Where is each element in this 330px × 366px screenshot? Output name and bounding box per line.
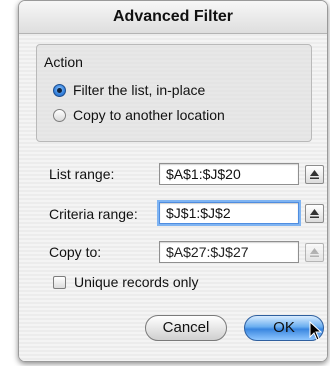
- radio-unselected-icon[interactable]: [53, 108, 66, 122]
- list-range-collapse-button[interactable]: [305, 165, 324, 184]
- copy-to-collapse-button[interactable]: [305, 243, 324, 262]
- radio-copy-to-location[interactable]: Copy to another location: [53, 107, 225, 123]
- advanced-filter-dialog: Advanced Filter Action Filter the list, …: [18, 0, 328, 362]
- unique-records-label: Unique records only: [74, 274, 199, 290]
- criteria-range-label: Criteria range:: [49, 206, 138, 222]
- cancel-button[interactable]: Cancel: [145, 315, 227, 341]
- radio-filter-in-place-label: Filter the list, in-place: [73, 82, 206, 98]
- collapse-dialog-icon: [310, 248, 319, 257]
- copy-to-label: Copy to:: [49, 244, 102, 260]
- unique-records-checkbox[interactable]: [53, 275, 66, 289]
- mouse-pointer-icon: [309, 321, 323, 341]
- list-range-input[interactable]: $A$1:$J$20: [159, 163, 299, 185]
- radio-selected-icon[interactable]: [53, 83, 66, 97]
- criteria-range-input[interactable]: $J$1:$J$2: [159, 202, 299, 224]
- radio-copy-to-location-label: Copy to another location: [73, 107, 225, 123]
- action-group-label: Action: [44, 54, 83, 70]
- dialog-content: Action Filter the list, in-place Copy to…: [19, 34, 327, 361]
- copy-to-input[interactable]: $A$27:$J$27: [159, 241, 299, 263]
- radio-filter-in-place[interactable]: Filter the list, in-place: [53, 82, 205, 98]
- collapse-dialog-icon: [310, 170, 319, 179]
- unique-records-checkbox-row[interactable]: Unique records only: [53, 274, 199, 290]
- list-range-label: List range:: [49, 166, 115, 182]
- collapse-dialog-icon: [310, 209, 319, 218]
- dialog-title: Advanced Filter: [19, 1, 327, 34]
- criteria-range-collapse-button[interactable]: [305, 204, 324, 223]
